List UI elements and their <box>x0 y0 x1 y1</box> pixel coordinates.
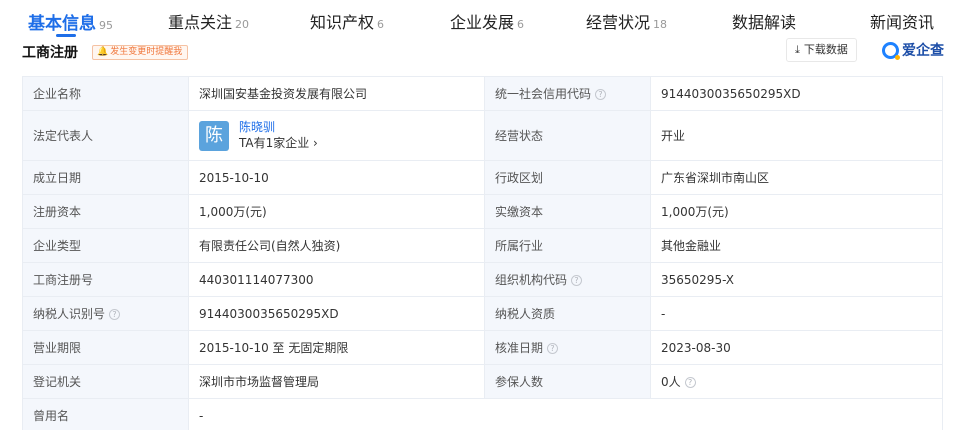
help-icon[interactable]: ? <box>595 89 607 100</box>
field-label: 成立日期 <box>22 160 189 195</box>
field-value: 2015-10-10 至 无固定期限 <box>188 330 485 365</box>
field-label: 参保人数 <box>484 364 651 399</box>
field-label: 营业期限 <box>22 330 189 365</box>
help-icon[interactable]: ? <box>684 377 696 388</box>
change-reminder-button[interactable]: 🔔 发生变更时提醒我 <box>92 45 189 60</box>
field-label: 所属行业 <box>484 228 651 263</box>
field-value: 1,000万(元) <box>188 194 485 229</box>
field-value: 广东省深圳市南山区 <box>650 160 943 195</box>
tab-count: 6 <box>377 18 385 31</box>
avatar: 陈 <box>199 120 229 151</box>
registration-table: 企业名称 深圳国安基金投资发展有限公司 统一社会信用代码? 9144030035… <box>22 76 943 430</box>
help-icon[interactable]: ? <box>571 275 583 286</box>
legal-representative: 陈 陈晓驯 TA有1家企业 › <box>199 120 484 152</box>
field-label: 登记机关 <box>22 364 189 399</box>
help-icon[interactable]: ? <box>109 309 121 320</box>
tab-count: 20 <box>235 18 250 31</box>
field-value: 0人? <box>650 364 943 399</box>
related-companies-link[interactable]: TA有1家企业 › <box>239 135 318 152</box>
field-label: 组织机构代码? <box>484 262 651 297</box>
tab-basic-info[interactable]: 基本信息 95 <box>28 9 113 37</box>
field-label: 工商注册号 <box>22 262 189 297</box>
tab-data-interpretation[interactable]: 数据解读 <box>732 9 796 33</box>
tab-key-focus[interactable]: 重点关注 20 <box>168 9 249 33</box>
tab-label: 新闻资讯 <box>870 13 935 32</box>
brand-name: 爱企查 <box>902 43 944 59</box>
field-value-text: 0人 <box>661 375 681 389</box>
field-value: 开业 <box>650 110 943 161</box>
field-value: 2023-08-30 <box>650 330 943 365</box>
table-row: 法定代表人 陈 陈晓驯 TA有1家企业 › 经营状态 开业 <box>22 110 943 161</box>
tab-news[interactable]: 新闻资讯 <box>870 9 934 33</box>
tab-label: 数据解读 <box>732 13 797 32</box>
aiqicha-logo-icon <box>882 41 900 60</box>
field-value: 35650295-X <box>650 262 943 297</box>
field-value: 深圳市市场监督管理局 <box>188 364 485 399</box>
reminder-label: 发生变更时提醒我 <box>110 47 183 57</box>
table-row: 工商注册号 440301114077300 组织机构代码? 35650295-X <box>22 262 943 297</box>
tab-label: 企业发展 <box>450 13 515 32</box>
field-label: 曾用名 <box>22 398 189 430</box>
legal-representative-cell: 陈 陈晓驯 TA有1家企业 › <box>188 110 485 161</box>
field-value: 2015-10-10 <box>188 160 485 195</box>
field-label: 企业名称 <box>22 76 189 111</box>
field-label-text: 组织机构代码 <box>495 273 568 287</box>
field-value: 1,000万(元) <box>650 194 943 229</box>
field-label-text: 核准日期 <box>495 341 544 355</box>
field-value: 440301114077300 <box>188 262 485 297</box>
field-value: - <box>188 398 943 430</box>
table-row: 登记机关 深圳市市场监督管理局 参保人数 0人? <box>22 364 943 399</box>
field-label: 企业类型 <box>22 228 189 263</box>
tab-count: 18 <box>653 18 668 31</box>
table-row: 企业类型 有限责任公司(自然人独资) 所属行业 其他金融业 <box>22 228 943 263</box>
field-label: 法定代表人 <box>22 110 189 161</box>
field-label: 行政区划 <box>484 160 651 195</box>
help-icon[interactable]: ? <box>547 343 559 354</box>
field-label: 注册资本 <box>22 194 189 229</box>
field-label: 纳税人资质 <box>484 296 651 331</box>
field-label: 核准日期? <box>484 330 651 365</box>
field-label: 经营状态 <box>484 110 651 161</box>
legal-representative-link[interactable]: 陈晓驯 <box>239 120 318 135</box>
field-label: 实缴资本 <box>484 194 651 229</box>
tab-label: 基本信息 <box>28 14 96 34</box>
field-value: 其他金融业 <box>650 228 943 263</box>
section-title: 工商注册 <box>22 45 78 61</box>
tab-intellectual-property[interactable]: 知识产权 6 <box>310 9 384 33</box>
table-row: 注册资本 1,000万(元) 实缴资本 1,000万(元) <box>22 194 943 229</box>
bell-icon: 🔔 <box>97 47 109 57</box>
table-row: 营业期限 2015-10-10 至 无固定期限 核准日期? 2023-08-30 <box>22 330 943 365</box>
tab-label: 重点关注 <box>168 13 233 32</box>
download-label: 下载数据 <box>803 43 848 56</box>
tab-count: 95 <box>99 19 113 32</box>
tab-count: 6 <box>517 18 525 31</box>
field-label: 纳税人识别号? <box>22 296 189 331</box>
tab-operation-status[interactable]: 经营状况 18 <box>586 9 667 33</box>
table-row: 企业名称 深圳国安基金投资发展有限公司 统一社会信用代码? 9144030035… <box>22 76 943 111</box>
tab-enterprise-development[interactable]: 企业发展 6 <box>450 9 524 33</box>
field-value: - <box>650 296 943 331</box>
field-value: 9144030035650295XD <box>188 296 485 331</box>
field-value: 深圳国安基金投资发展有限公司 <box>188 76 485 111</box>
field-value: 9144030035650295XD <box>650 76 943 111</box>
tab-label: 知识产权 <box>310 13 375 32</box>
field-label: 统一社会信用代码? <box>484 76 651 111</box>
download-data-button[interactable]: ⤓ 下载数据 <box>786 38 857 62</box>
table-row: 纳税人识别号? 9144030035650295XD 纳税人资质 - <box>22 296 943 331</box>
tab-bar: 基本信息 95 重点关注 20 知识产权 6 企业发展 6 经营状况 18 数据解读 新闻… <box>0 0 960 38</box>
tab-label: 经营状况 <box>586 13 651 32</box>
download-icon: ⤓ <box>795 43 800 56</box>
field-label-text: 统一社会信用代码 <box>495 87 592 101</box>
table-row: 成立日期 2015-10-10 行政区划 广东省深圳市南山区 <box>22 160 943 195</box>
table-row: 曾用名 - <box>22 398 943 430</box>
brand-logo: 爱企查 <box>882 40 944 60</box>
field-value: 有限责任公司(自然人独资) <box>188 228 485 263</box>
field-label-text: 纳税人识别号 <box>33 307 106 321</box>
